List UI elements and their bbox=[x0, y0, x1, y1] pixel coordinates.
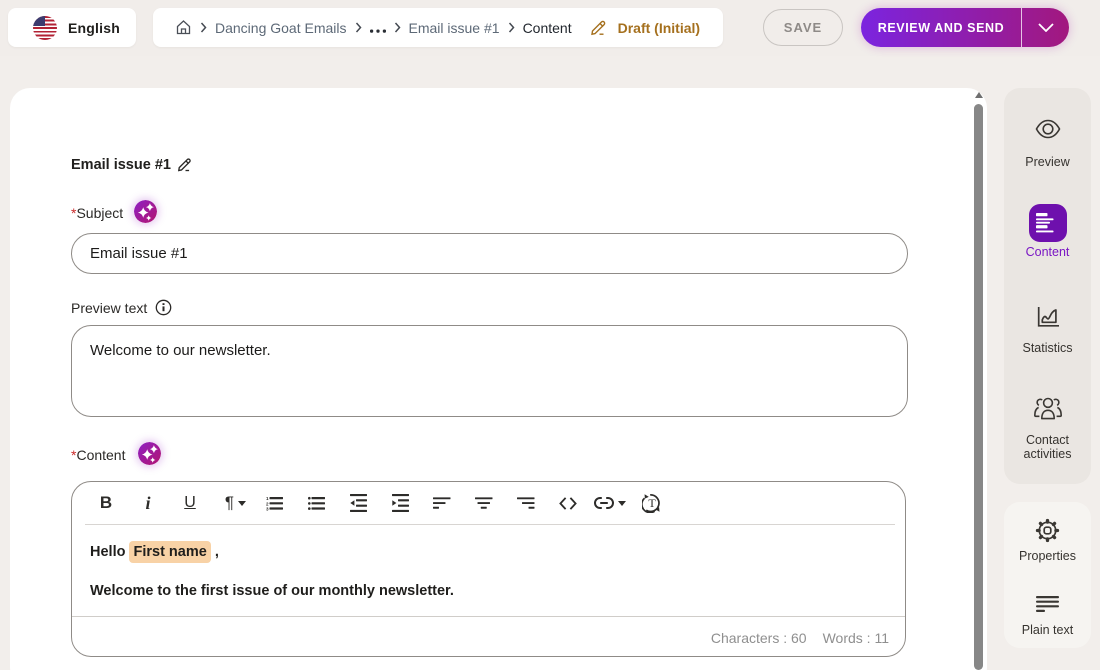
svg-text:T: T bbox=[648, 496, 656, 510]
svg-text:3: 3 bbox=[266, 506, 269, 510]
